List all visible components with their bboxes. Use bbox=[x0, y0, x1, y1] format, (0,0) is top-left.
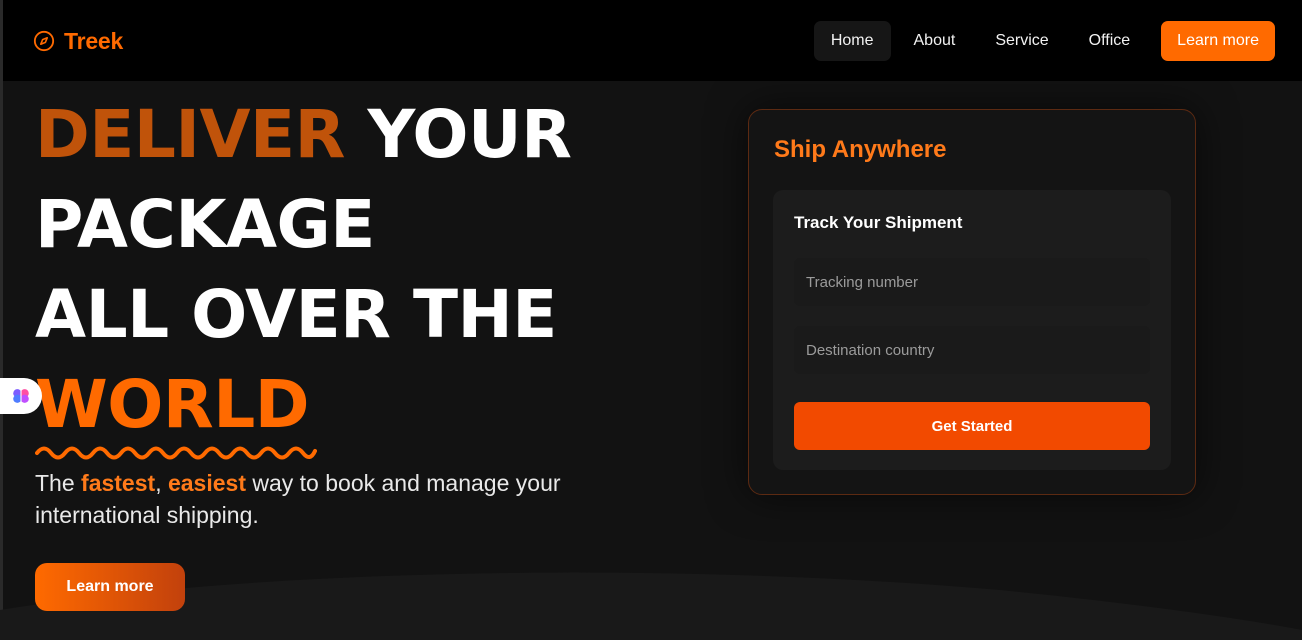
nav-item-office[interactable]: Office bbox=[1072, 21, 1148, 61]
ship-anywhere-card: Ship Anywhere Track Your Shipment Get St… bbox=[748, 109, 1196, 495]
subtitle-text-1: The bbox=[35, 470, 82, 496]
hero-word-deliver: DELIVER bbox=[35, 96, 345, 173]
subtitle-highlight-easiest: easiest bbox=[167, 470, 246, 496]
nav-item-home[interactable]: Home bbox=[813, 21, 891, 61]
hero-line-4: WORLD bbox=[35, 360, 571, 460]
side-assistant-widget[interactable] bbox=[0, 378, 42, 414]
subtitle-text-2: , bbox=[155, 470, 168, 496]
navbar: Treek Home About Service Office Learn mo… bbox=[3, 0, 1302, 81]
nav-learn-more-button[interactable]: Learn more bbox=[1161, 21, 1275, 61]
hero-title: DELIVER YOUR PACKAGE ALL OVER THE WORLD bbox=[35, 90, 572, 460]
subtitle-highlight-fastest: fastest bbox=[81, 470, 156, 496]
tracking-number-input[interactable] bbox=[794, 258, 1150, 306]
track-shipment-form: Track Your Shipment Get Started bbox=[773, 190, 1171, 470]
hero-word-world: WORLD bbox=[35, 366, 310, 443]
card-title: Ship Anywhere bbox=[774, 136, 947, 163]
nav-item-about[interactable]: About bbox=[897, 21, 973, 61]
brand-logo[interactable]: Treek bbox=[33, 28, 123, 54]
brain-icon bbox=[13, 388, 29, 404]
background-wave bbox=[0, 572, 1302, 640]
nav-item-service[interactable]: Service bbox=[978, 21, 1065, 61]
brand-name: Treek bbox=[64, 27, 124, 54]
form-title: Track Your Shipment bbox=[794, 213, 963, 232]
hero-line-2: PACKAGE bbox=[35, 186, 375, 263]
nav-links: Home About Service Office Learn more bbox=[808, 21, 1275, 61]
get-started-button[interactable]: Get Started bbox=[794, 402, 1150, 450]
hero-world-wrap: WORLD bbox=[35, 360, 317, 460]
hero-line-1: DELIVER YOUR bbox=[35, 90, 572, 180]
compass-icon bbox=[33, 30, 55, 52]
hero-word-your: YOUR bbox=[367, 96, 572, 173]
hero-subtitle: The fastest, easiest way to book and man… bbox=[35, 467, 595, 531]
squiggle-underline bbox=[35, 446, 317, 460]
hero-learn-more-button[interactable]: Learn more bbox=[35, 563, 185, 611]
hero-line-3: ALL OVER THE bbox=[35, 276, 557, 353]
destination-country-input[interactable] bbox=[794, 326, 1150, 374]
